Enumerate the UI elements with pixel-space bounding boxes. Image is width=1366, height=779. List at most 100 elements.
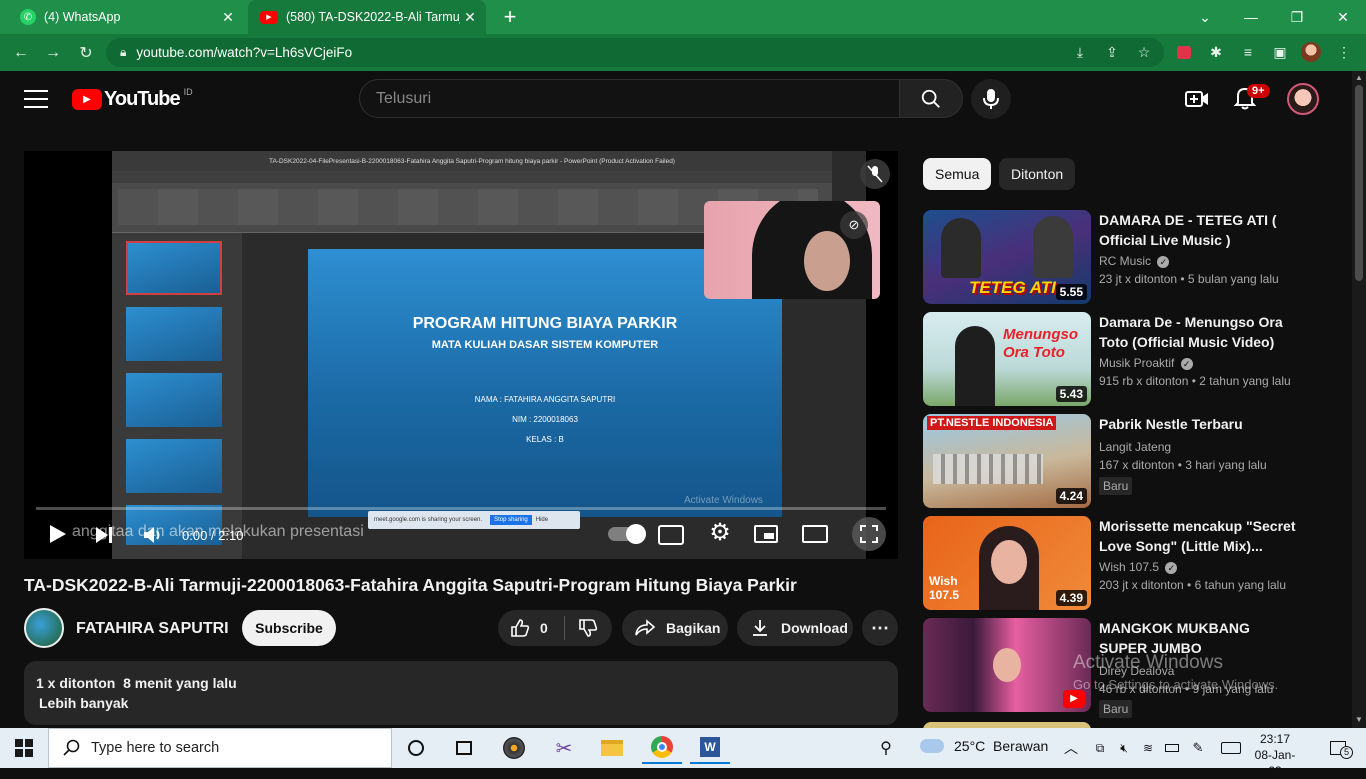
muted-icon[interactable]: [860, 159, 890, 189]
show-more-link[interactable]: Lebih banyak: [39, 695, 128, 711]
tab-whatsapp[interactable]: ✆ (4) WhatsApp ✕: [8, 0, 244, 34]
tray-icon[interactable]: ⧉: [1088, 732, 1112, 764]
close-tab-icon[interactable]: ✕: [218, 9, 238, 26]
reload-icon[interactable]: ↻: [73, 40, 99, 66]
video-duration: 5.55: [1055, 284, 1087, 300]
youtube-logo[interactable]: ▶ YouTube ID: [72, 87, 193, 111]
youtube-icon: ▶: [260, 10, 278, 24]
play-button[interactable]: [46, 523, 72, 547]
search-button[interactable]: [899, 79, 963, 118]
new-badge: Baru: [1099, 477, 1133, 495]
chip-watched[interactable]: Ditonton: [999, 158, 1076, 190]
chip-all[interactable]: Semua: [923, 158, 992, 190]
clock[interactable]: 23:17 08-Jan-23: [1250, 731, 1300, 779]
taskbar-search-placeholder: Type here to search: [91, 740, 220, 756]
subtitles-icon[interactable]: [658, 525, 684, 545]
address-bar[interactable]: 🔒︎ youtube.com/watch?v=Lh6sVCjeiFo: [106, 38, 1164, 67]
minimize-button[interactable]: —: [1228, 0, 1274, 34]
task-view-icon[interactable]: [444, 732, 484, 764]
recommendation-item[interactable]: PT.NESTLE INDONESIA 4.24 Pabrik Nestle T…: [923, 414, 1343, 508]
restore-button[interactable]: ❐: [1274, 0, 1320, 34]
video-meta: 915 rb x ditonton • 2 tahun yang lalu: [1099, 374, 1291, 388]
recommendation-item[interactable]: Menungso Ora Toto 5.43 Damara De - Menun…: [923, 312, 1343, 406]
scroll-thumb[interactable]: [1355, 85, 1363, 281]
word-icon[interactable]: W: [690, 732, 730, 764]
account-avatar[interactable]: [1287, 83, 1319, 115]
bookmark-star-icon[interactable]: ☆: [1133, 41, 1155, 63]
recommendation-item[interactable]: Wish 107.5 4.39 Morissette mencakup "Sec…: [923, 516, 1343, 610]
battery-icon[interactable]: [1160, 732, 1184, 764]
close-window-button[interactable]: ✕: [1320, 0, 1366, 34]
windows-start-icon[interactable]: [4, 732, 44, 764]
volume-mute-tray-icon[interactable]: 🔇︎: [1112, 732, 1136, 764]
fullscreen-icon[interactable]: [852, 517, 886, 551]
scroll-down-icon[interactable]: ▼: [1355, 715, 1363, 724]
hamburger-menu-icon[interactable]: [24, 87, 48, 109]
search-input[interactable]: [360, 80, 899, 117]
page-scrollbar[interactable]: ▲ ▼: [1352, 71, 1366, 728]
activate-windows-subtext: Go to Settings to activate Windows.: [1073, 677, 1279, 692]
search-icon: [921, 89, 940, 108]
autoplay-toggle[interactable]: [608, 524, 646, 544]
action-center-icon[interactable]: 5: [1318, 732, 1358, 764]
voice-search-button[interactable]: [971, 79, 1011, 119]
extension-pocket-icon[interactable]: [1173, 41, 1195, 63]
cortana-icon[interactable]: [396, 732, 436, 764]
activate-windows-watermark: Activate Windows: [1073, 652, 1223, 673]
show-hidden-icons[interactable]: ︿: [1056, 732, 1086, 764]
subscribe-button[interactable]: Subscribe: [242, 610, 336, 646]
video-duration: 4.39: [1055, 590, 1087, 606]
progress-bar[interactable]: [36, 507, 886, 510]
ppt-window-title: TA-DSK2022-04-FilePresentasi-B-220001806…: [269, 157, 675, 165]
share-icon[interactable]: ⇪: [1101, 41, 1123, 63]
wifi-icon[interactable]: ≋: [1136, 732, 1160, 764]
profile-avatar[interactable]: [1300, 41, 1322, 63]
create-video-icon[interactable]: [1185, 88, 1209, 110]
media-player-icon[interactable]: [494, 732, 534, 764]
description-box[interactable]: 1 x ditonton 8 menit yang lalu Lebih ban…: [24, 661, 898, 725]
snipping-tool-icon[interactable]: ✂: [544, 732, 584, 764]
dislike-button[interactable]: [565, 610, 611, 646]
webcam-mute-icon: ⊘: [840, 211, 868, 239]
back-icon[interactable]: ←: [8, 40, 34, 66]
tab-youtube[interactable]: ▶ (580) TA-DSK2022-B-Ali Tarmuji-2 ✕: [248, 0, 486, 34]
extensions-icon[interactable]: ✱: [1205, 41, 1227, 63]
install-icon[interactable]: ⤓: [1069, 41, 1091, 63]
tab-search-icon[interactable]: ⌄: [1182, 0, 1228, 34]
more-actions-button[interactable]: ⋯: [862, 610, 898, 646]
next-button[interactable]: [94, 525, 116, 547]
channel-avatar[interactable]: [24, 608, 64, 648]
share-button[interactable]: Bagikan: [622, 610, 728, 646]
chip-label: Ditonton: [1011, 166, 1064, 182]
ppt-titlebar: TA-DSK2022-04-FilePresentasi-B-220001806…: [112, 151, 832, 171]
like-count: 0: [540, 620, 548, 636]
chrome-menu-icon[interactable]: ⋮: [1333, 41, 1355, 63]
theater-mode-icon[interactable]: [802, 525, 828, 543]
people-icon[interactable]: ⚲: [866, 732, 906, 764]
video-player[interactable]: TA-DSK2022-04-FilePresentasi-B-220001806…: [24, 151, 898, 559]
recommendation-item[interactable]: TETEG ATI 5.55 DAMARA DE - TETEG ATI ( O…: [923, 210, 1343, 304]
download-button[interactable]: Download: [737, 610, 853, 646]
scroll-up-icon[interactable]: ▲: [1355, 73, 1363, 82]
chrome-taskbar-icon[interactable]: [642, 732, 682, 764]
volume-icon[interactable]: [142, 525, 164, 547]
side-panel-icon[interactable]: ▣: [1269, 41, 1291, 63]
keyboard-icon[interactable]: [1216, 732, 1246, 764]
search-box[interactable]: [359, 79, 900, 118]
file-explorer-icon[interactable]: [592, 732, 632, 764]
weather-text: 25°C Berawan: [954, 738, 1049, 754]
video-thumbnail: PT.NESTLE INDONESIA 4.24: [923, 414, 1091, 508]
thumbnail-text: Menungso Ora Toto: [1003, 326, 1078, 361]
media-control-icon[interactable]: ≡: [1237, 41, 1259, 63]
channel-name[interactable]: FATAHIRA SAPUTRI: [76, 620, 229, 638]
share-notice-text: meet.google.com is sharing your screen.: [374, 517, 483, 523]
forward-icon[interactable]: →: [40, 40, 66, 66]
miniplayer-icon[interactable]: [754, 525, 778, 543]
like-button[interactable]: 0: [498, 610, 564, 646]
new-tab-button[interactable]: +: [498, 4, 522, 30]
pen-icon[interactable]: ✎: [1186, 732, 1210, 764]
close-tab-icon[interactable]: ✕: [460, 9, 480, 26]
taskbar-search-box[interactable]: Type here to search: [48, 728, 392, 768]
weather-widget[interactable]: 25°C Berawan: [920, 738, 1048, 754]
settings-gear-icon[interactable]: ⚙: [708, 521, 732, 545]
